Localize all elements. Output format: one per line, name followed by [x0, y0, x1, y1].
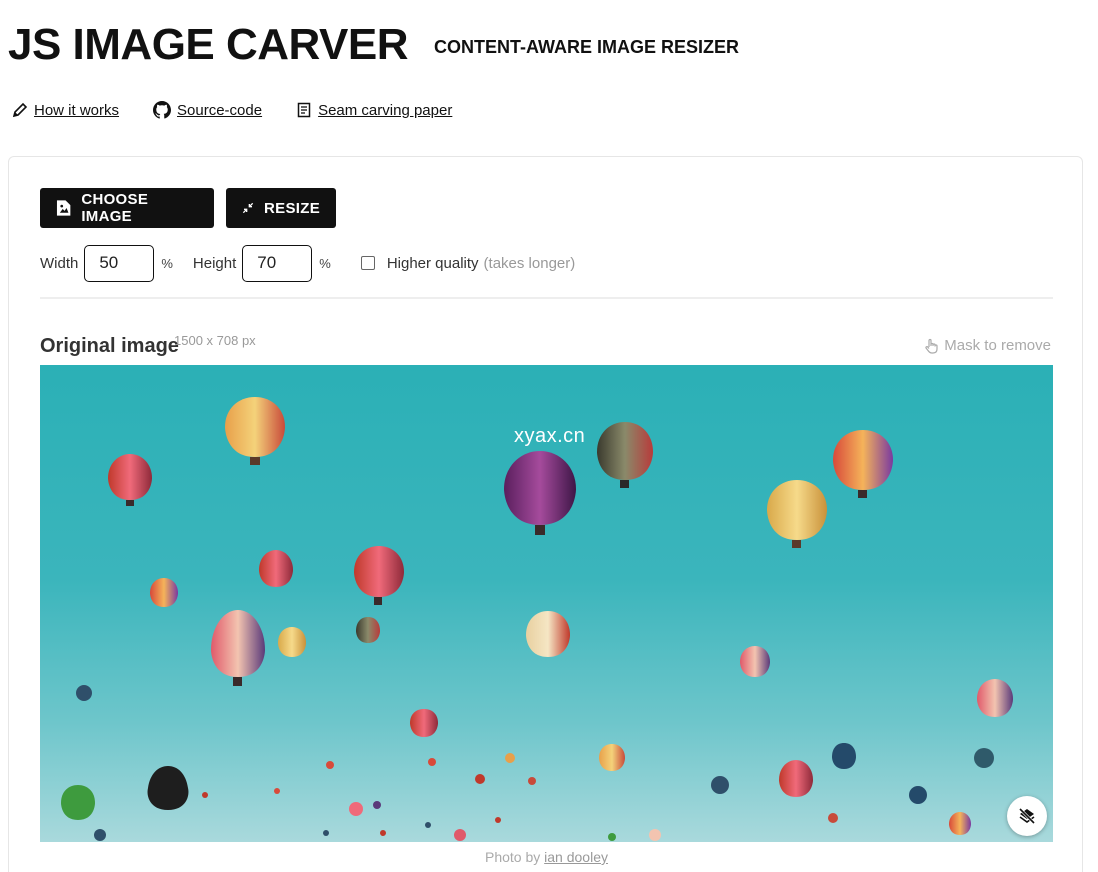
width-unit: % — [161, 255, 173, 271]
balloon-dark-center — [597, 422, 653, 488]
height-label: Height — [192, 254, 237, 272]
shrink-icon — [242, 202, 254, 214]
mask-to-remove-label: Mask to remove — [944, 337, 1051, 354]
balloon-small-right-6 — [949, 812, 971, 835]
balloon-tiny-left — [76, 685, 92, 701]
balloon-small-center-2 — [410, 709, 438, 737]
seam-carving-paper-label: Seam carving paper — [318, 101, 453, 119]
balloon-small-center-1 — [356, 617, 380, 643]
balloon-tiny-dots — [94, 753, 838, 841]
how-it-works-link[interactable]: How it works — [12, 102, 119, 119]
balloon-small-right-5 — [909, 786, 927, 804]
choose-image-label: CHOOSE IMAGE — [81, 191, 149, 225]
pencil-icon — [12, 102, 28, 118]
main-panel: CHOOSE IMAGE RESIZE Width % Height % Hig… — [8, 156, 1083, 872]
balloon-red-left — [259, 550, 293, 587]
height-unit: % — [319, 255, 331, 271]
balloon-green-left — [61, 785, 95, 820]
balloon-dark-face — [147, 766, 189, 810]
photo-author-link[interactable]: ian dooley — [544, 849, 608, 865]
balloon-yellow-right — [767, 480, 827, 548]
source-code-link[interactable]: Source-code — [153, 101, 262, 119]
balloon-large-left — [225, 397, 285, 465]
layers-off-icon — [1018, 807, 1036, 825]
width-input[interactable] — [84, 244, 155, 282]
height-input[interactable] — [242, 244, 313, 282]
resize-button[interactable]: RESIZE — [226, 188, 336, 228]
balloon-small-left-2 — [150, 578, 178, 607]
source-code-label: Source-code — [177, 101, 263, 119]
balloon-small-right-2 — [779, 760, 813, 797]
caption-prefix: Photo by — [485, 849, 541, 865]
app-title: JS IMAGE CARVER — [8, 20, 409, 69]
divider — [40, 297, 1053, 299]
balloon-small-left-3 — [278, 627, 306, 657]
balloon-small-right-1 — [740, 646, 770, 677]
balloon-pink-center-left — [354, 546, 404, 605]
hand-pointer-icon — [925, 338, 938, 354]
link-bar: How it works Source-code Seam carving pa… — [12, 101, 486, 119]
balloon-small-center-3 — [599, 744, 625, 771]
app-subtitle: CONTENT-AWARE IMAGE RESIZER — [434, 37, 740, 57]
github-icon — [153, 101, 172, 119]
watermark: xyax.cn — [514, 425, 586, 447]
balloon-right-1 — [833, 430, 893, 498]
seam-carving-paper-link[interactable]: Seam carving paper — [296, 102, 452, 119]
original-image-title: Original image — [40, 335, 179, 357]
higher-quality-label: Higher quality — [386, 254, 479, 272]
balloon-cream-center — [526, 611, 570, 657]
higher-quality-hint: (takes longer) — [483, 254, 576, 272]
page-header: JS IMAGE CARVER CONTENT-AWARE IMAGE RESI… — [8, 20, 739, 70]
choose-image-button[interactable]: CHOOSE IMAGE — [40, 188, 214, 228]
balloon-small-right-4 — [974, 748, 994, 768]
hide-mask-button[interactable] — [1007, 796, 1047, 836]
image-dimensions: 1500 x 708 px — [174, 333, 256, 348]
document-icon — [297, 102, 311, 118]
balloon-small-right-3 — [832, 743, 856, 769]
original-image: xyax.cn — [40, 365, 1053, 842]
mask-to-remove-button[interactable]: Mask to remove — [924, 337, 1051, 354]
balloon-right-2 — [977, 679, 1013, 717]
width-label: Width — [40, 254, 79, 272]
balloon-small-right-7 — [711, 776, 729, 794]
balloon-purple-center — [504, 451, 576, 535]
higher-quality-checkbox[interactable] — [360, 256, 375, 270]
balloon-left-1 — [108, 454, 152, 506]
image-file-icon — [56, 200, 71, 216]
photo-caption: Photo by ian dooley — [9, 849, 1084, 865]
resize-controls: Width % Height % Higher quality (takes l… — [40, 244, 575, 282]
resize-label: RESIZE — [264, 199, 320, 217]
how-it-works-label: How it works — [34, 101, 120, 119]
balloon-striped-left — [211, 610, 265, 686]
